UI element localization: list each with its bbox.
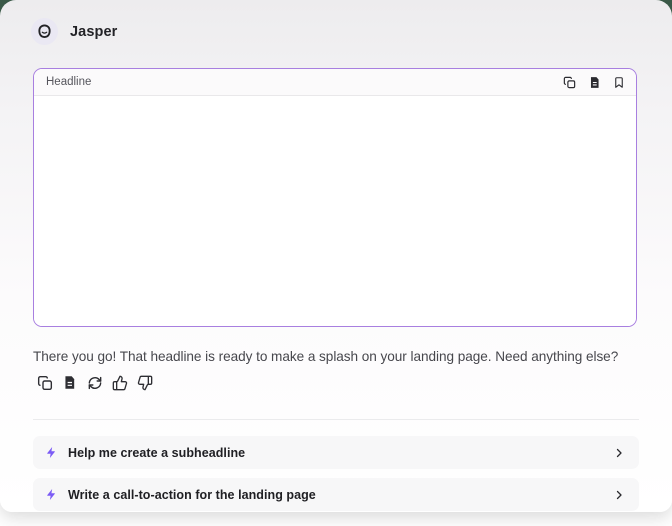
chevron-right-icon xyxy=(613,447,625,459)
suggestion-write-cta[interactable]: Write a call-to-action for the landing p… xyxy=(33,478,639,511)
lightning-icon xyxy=(45,446,58,459)
copy-icon xyxy=(563,76,576,89)
regenerate-icon xyxy=(87,375,103,391)
section-divider xyxy=(33,419,639,420)
open-in-document-button[interactable] xyxy=(61,374,78,391)
headline-output-box: Headline xyxy=(33,68,637,327)
header: Jasper xyxy=(31,18,117,45)
suggestion-list: Help me create a subheadline Write a cal… xyxy=(33,436,639,511)
message-actions xyxy=(36,374,153,391)
output-box-content[interactable] xyxy=(34,96,636,326)
suggestion-label: Help me create a subheadline xyxy=(68,445,246,460)
jasper-logo-icon xyxy=(36,23,53,40)
chevron-right-icon xyxy=(613,489,625,501)
lightning-icon xyxy=(45,488,58,501)
output-box-title: Headline xyxy=(46,76,92,88)
avatar xyxy=(31,18,58,45)
assistant-message: There you go! That headline is ready to … xyxy=(33,349,619,364)
copy-button[interactable] xyxy=(36,374,53,391)
suggestion-label: Write a call-to-action for the landing p… xyxy=(68,487,316,502)
open-in-document-button[interactable] xyxy=(588,76,601,89)
thumbs-up-button[interactable] xyxy=(111,374,128,391)
copy-button[interactable] xyxy=(563,76,576,89)
output-box-toolbar: Headline xyxy=(34,69,636,96)
document-icon xyxy=(588,76,601,89)
document-icon xyxy=(62,375,77,390)
app-name: Jasper xyxy=(70,23,118,40)
regenerate-button[interactable] xyxy=(86,374,103,391)
thumbs-down-icon xyxy=(137,375,153,391)
suggestion-create-subheadline[interactable]: Help me create a subheadline xyxy=(33,436,639,469)
thumbs-up-icon xyxy=(112,375,128,391)
thumbs-down-button[interactable] xyxy=(136,374,153,391)
copy-icon xyxy=(37,375,53,391)
jasper-chat-card: Jasper Headline There you go! That headl… xyxy=(0,0,672,512)
bookmark-button[interactable] xyxy=(613,76,625,89)
bookmark-icon xyxy=(613,76,625,89)
